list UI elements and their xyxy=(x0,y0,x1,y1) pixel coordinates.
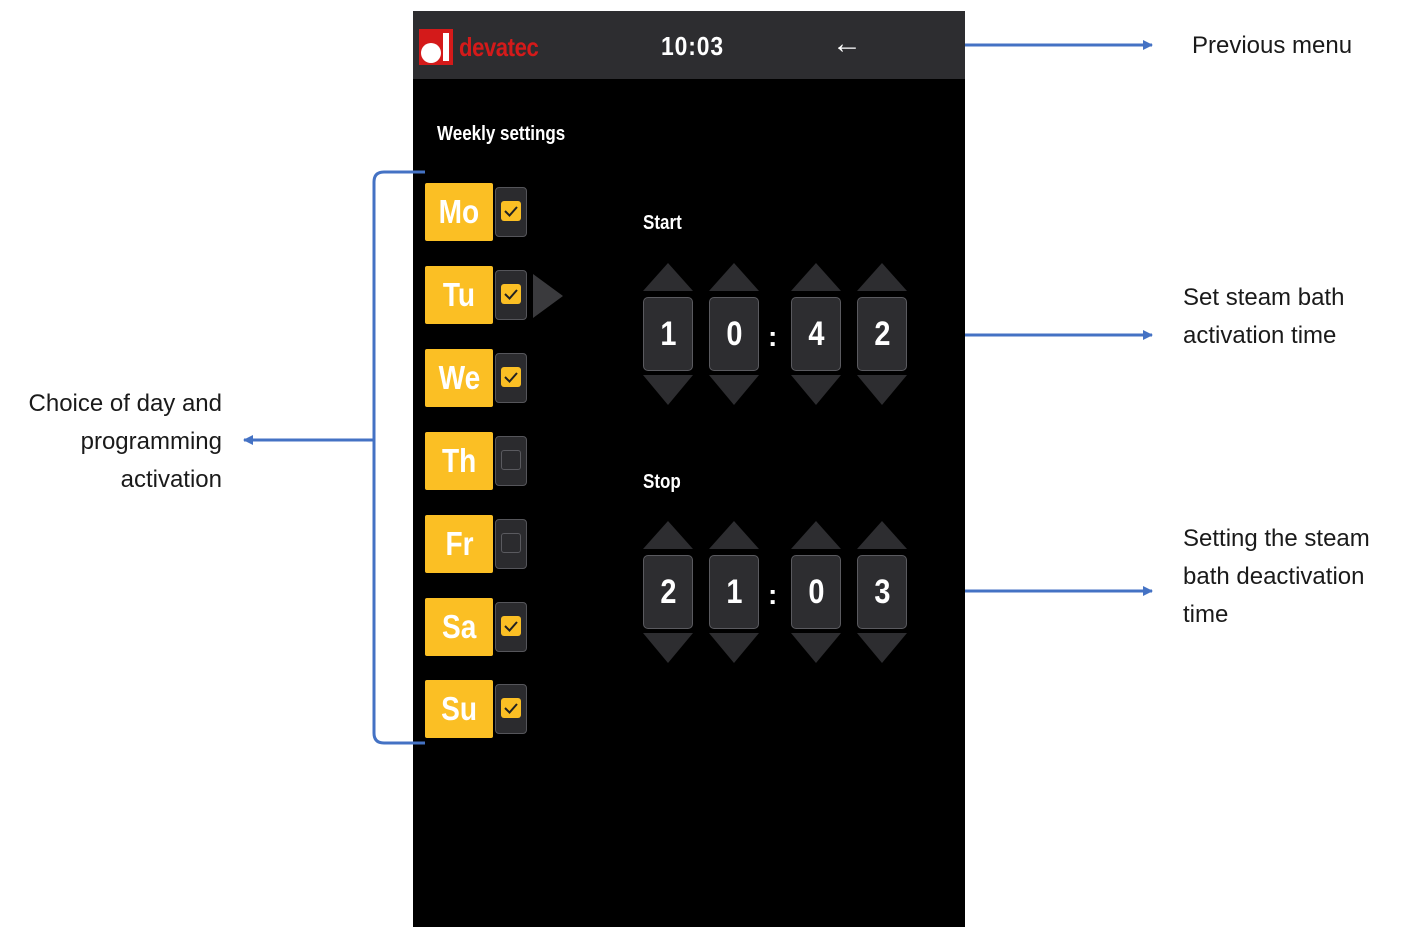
annotation-stop-time: Setting the steam bath deactivation time xyxy=(1183,520,1370,634)
annotation-line: time xyxy=(1183,601,1229,628)
annotation-start-time: Set steam bath activation time xyxy=(1183,279,1344,355)
annotation-line: activation xyxy=(120,466,222,493)
annotation-day-choice: Choice of day and programming activation xyxy=(0,385,222,499)
annotation-previous-menu: Previous menu xyxy=(1192,32,1353,59)
day-selection-bracket xyxy=(372,170,425,745)
annotation-line: bath deactivation xyxy=(1183,563,1365,590)
annotation-line: Setting the steam xyxy=(1183,525,1370,552)
annotation-line: Set steam bath xyxy=(1183,284,1345,311)
annotation-line: Choice of day and xyxy=(28,390,222,417)
annotation-line: activation time xyxy=(1183,322,1337,349)
annotation-line: programming xyxy=(80,428,222,455)
